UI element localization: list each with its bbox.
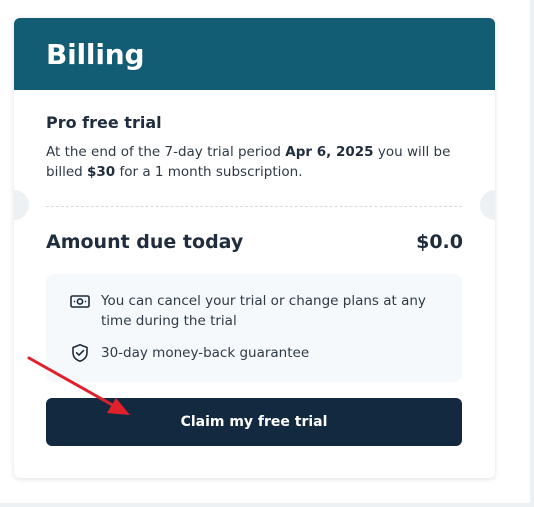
cash-icon (70, 291, 90, 311)
dashed-divider (46, 206, 462, 207)
plan-description-text: At the end of the 7-day trial period (46, 144, 286, 160)
benefit-text: 30-day money-back guarantee (101, 345, 310, 361)
plan-description-text: for a 1 month subscription. (115, 164, 303, 180)
billing-header: Billing (14, 18, 495, 90)
benefit-item-cancel: You can cancel your trial or change plan… (70, 291, 451, 331)
benefits-box: You can cancel your trial or change plan… (46, 274, 462, 382)
background-strip-bottom (0, 503, 534, 507)
benefit-text: You can cancel your trial or change plan… (101, 293, 426, 329)
trial-end-date: Apr 6, 2025 (285, 144, 374, 160)
billing-card: Billing Pro free trial At the end of the… (14, 18, 495, 478)
benefit-item-guarantee: 30-day money-back guarantee (70, 343, 451, 363)
amount-due-value: $0.0 (416, 231, 463, 253)
amount-due-label: Amount due today (46, 231, 244, 253)
background-strip-right (530, 0, 534, 507)
billing-title: Billing (46, 37, 145, 71)
plan-description: At the end of the 7-day trial period Apr… (46, 142, 456, 182)
shield-check-icon (70, 343, 90, 363)
ticket-notch-right (480, 190, 495, 220)
claim-free-trial-button[interactable]: Claim my free trial (46, 398, 462, 446)
plan-name: Pro free trial (46, 113, 162, 132)
ticket-notch-left (14, 190, 29, 220)
plan-price: $30 (87, 164, 116, 180)
